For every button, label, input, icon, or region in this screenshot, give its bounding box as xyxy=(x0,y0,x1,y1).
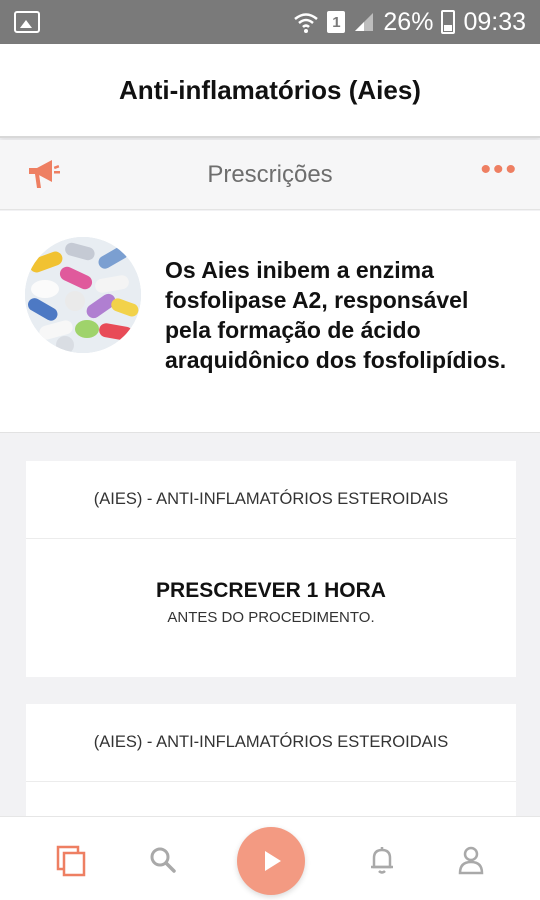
pills-image xyxy=(25,237,141,353)
play-button[interactable] xyxy=(237,827,305,895)
play-icon xyxy=(265,851,281,871)
card-subtitle: ANTES DO PROCEDIMENTO. xyxy=(167,609,375,626)
card-title: PRESCREVER 1 HORA xyxy=(156,579,386,602)
copy-icon[interactable] xyxy=(54,843,88,877)
intro-section: Os Aies inibem a enzima fosfolipase A2, … xyxy=(0,211,540,433)
prescription-card[interactable]: (AIES) - ANTI-INFLAMATÓRIOS ESTEROIDAIS xyxy=(26,704,516,816)
battery-percent: 26% xyxy=(383,7,434,36)
card-header: (AIES) - ANTI-INFLAMATÓRIOS ESTEROIDAIS xyxy=(26,461,516,539)
wifi-icon xyxy=(294,13,319,33)
section-title: Prescrições xyxy=(207,160,333,188)
bottom-nav xyxy=(0,816,540,900)
bell-icon[interactable] xyxy=(365,843,399,877)
card-header: (AIES) - ANTI-INFLAMATÓRIOS ESTEROIDAIS xyxy=(26,704,516,782)
prescription-card[interactable]: (AIES) - ANTI-INFLAMATÓRIOS ESTEROIDAIS … xyxy=(26,461,516,677)
user-icon[interactable] xyxy=(454,843,488,877)
signal-icon xyxy=(355,13,374,31)
megaphone-icon[interactable] xyxy=(26,158,62,192)
sub-bar: Prescrições ••• xyxy=(0,140,540,210)
battery-icon xyxy=(441,10,456,34)
page-title: Anti-inflamatórios (Aies) xyxy=(119,74,421,105)
sim-icon: 1 xyxy=(327,11,346,33)
status-bar: 1 26% 09:33 xyxy=(0,0,540,44)
search-icon[interactable] xyxy=(146,843,180,877)
gallery-icon xyxy=(14,11,40,33)
intro-text: Os Aies inibem a enzima fosfolipase A2, … xyxy=(165,257,507,373)
clock: 09:33 xyxy=(463,7,526,36)
more-icon[interactable]: ••• xyxy=(480,155,518,185)
app-header: Anti-inflamatórios (Aies) xyxy=(0,44,540,138)
